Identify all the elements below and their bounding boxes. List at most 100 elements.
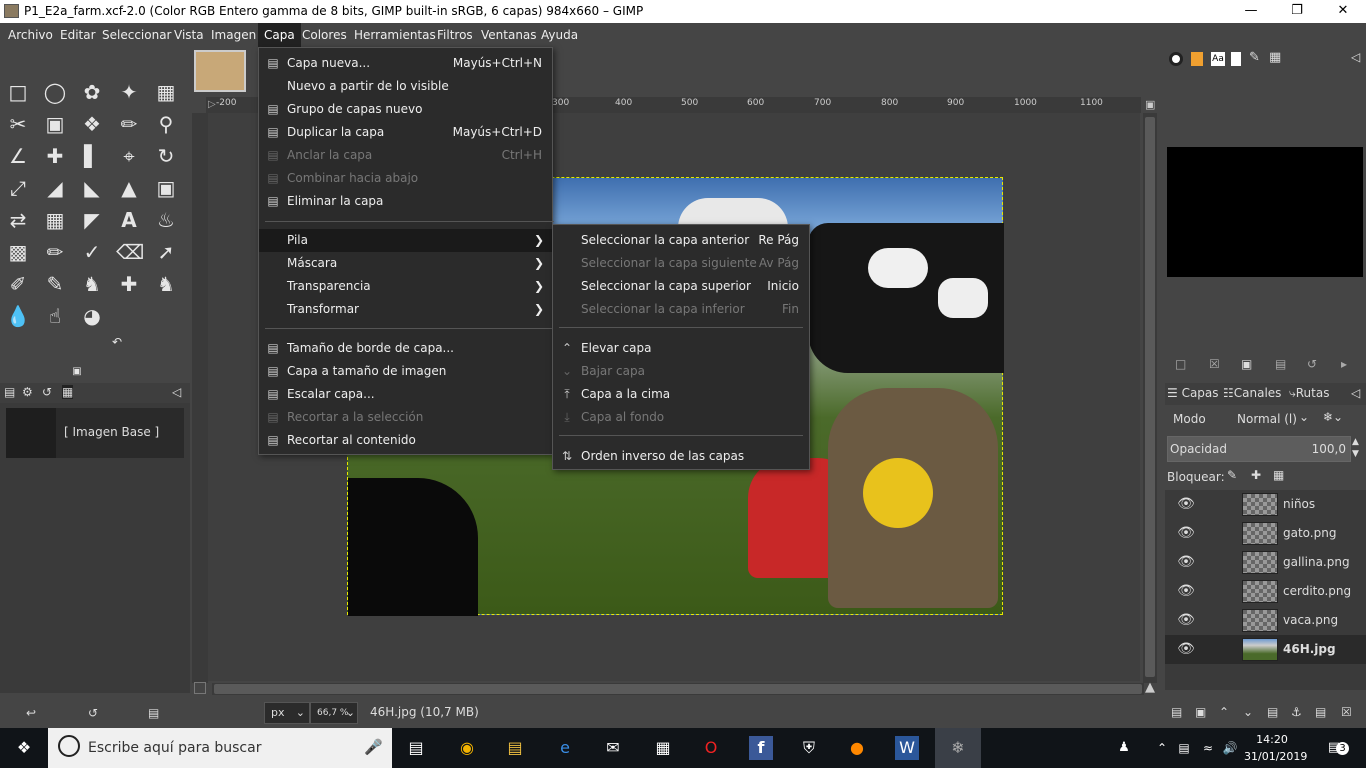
patterns-tab-icon[interactable] (1191, 52, 1203, 66)
layer-row-selected[interactable]: 👁 46H.jpg (1165, 635, 1366, 664)
foreground-select-icon[interactable]: ▣ (42, 111, 68, 137)
pila-menu-item[interactable]: ⤒ Capa a la cima (553, 383, 809, 406)
lower-layer-icon[interactable]: ⌄ (1243, 705, 1253, 719)
open-icon[interactable]: ▸ (1341, 357, 1347, 371)
fonts-tab-icon[interactable]: Aa (1211, 52, 1225, 66)
color-picker-icon[interactable]: ✏ (116, 111, 142, 137)
measure-icon[interactable]: ∠ (5, 143, 31, 169)
reload-icon[interactable]: ↺ (88, 706, 98, 720)
dock-menu-icon[interactable]: ◁ (172, 385, 181, 399)
close-button[interactable]: ✕ (1320, 0, 1366, 23)
shield-icon[interactable]: ⛨ (797, 736, 821, 760)
edge-icon[interactable]: e (553, 736, 577, 760)
opera-icon[interactable]: O (699, 736, 723, 760)
shear-icon[interactable]: ◢ (42, 175, 68, 201)
tab-capas[interactable]: ☰ Capas (1167, 386, 1219, 400)
horizontal-scrollbar[interactable] (212, 683, 1144, 695)
file-explorer-icon[interactable]: ▤ (503, 736, 527, 760)
lock-position-icon[interactable]: ✚ (1251, 468, 1261, 482)
ink-icon[interactable]: ✐ (5, 271, 31, 297)
gradient-icon[interactable]: ▩ (5, 239, 31, 265)
airbrush-icon[interactable]: ➚ (153, 239, 179, 265)
move-icon[interactable]: ✚ (42, 143, 68, 169)
opacity-stepper[interactable]: ▲ ▼ (1352, 436, 1364, 462)
navigate-icon[interactable]: ▲ (1145, 680, 1155, 695)
swap-colors-icon[interactable]: ↶ (104, 329, 130, 355)
device-status-tab-icon[interactable]: ⚙ (22, 385, 33, 399)
clone-icon[interactable]: ♞ (79, 271, 105, 297)
pencil-icon[interactable]: ✏ (42, 239, 68, 265)
rect-select-icon[interactable]: □ (5, 79, 31, 105)
app-icon[interactable]: ● (845, 736, 869, 760)
ellipse-select-icon[interactable]: ◯ (42, 79, 68, 105)
pila-menu-item[interactable]: ⇅ Orden inverso de las capas (553, 445, 809, 468)
scissors-icon[interactable]: ✂ (5, 111, 31, 137)
edit-icon[interactable]: □ (1175, 357, 1186, 371)
capa-menu-item[interactable]: Máscara ❯ (259, 252, 552, 275)
brush-tab-icon[interactable]: ✎ (1249, 50, 1260, 65)
default-colors-icon[interactable]: ▣ (64, 359, 90, 385)
lock-alpha-icon[interactable]: ▦ (1273, 468, 1284, 482)
delete-layer-icon[interactable]: ☒ (1341, 705, 1352, 719)
search-box[interactable]: Escribe aquí para buscar 🎤 (48, 728, 392, 768)
composite-mode-icon[interactable]: ❄⌄ (1323, 410, 1343, 424)
crop-tool-icon[interactable]: ⌖ (116, 143, 142, 169)
menu-capa[interactable]: Capa (258, 23, 301, 47)
windows-start-icon[interactable]: ❖ (12, 736, 36, 760)
images-tab-icon[interactable]: ▦ (62, 385, 74, 399)
lasso-icon[interactable]: ✿ (79, 79, 105, 105)
layer-row[interactable]: 👁 cerdito.png (1165, 577, 1366, 606)
gimp-taskbar-icon[interactable]: ❄ (935, 728, 981, 768)
chevron-up-icon[interactable]: ⌃ (1150, 736, 1174, 760)
capa-menu-item[interactable]: ▤ Recortar al contenido (259, 429, 552, 452)
zoom-select[interactable]: 66,7 % ⌄ (310, 702, 358, 724)
lock-pixels-icon[interactable]: ✎ (1227, 468, 1237, 482)
text-tool-icon[interactable]: A (116, 207, 142, 233)
pila-menu-item[interactable]: Seleccionar la capa superior Inicio (553, 275, 809, 298)
capa-menu-item[interactable]: ▤ Capa nueva... Mayús+Ctrl+N (259, 52, 552, 75)
perspective-icon[interactable]: ◣ (79, 175, 105, 201)
scrollbar-thumb[interactable] (1145, 117, 1155, 677)
chevron-down-icon[interactable]: ⌄ (1299, 410, 1309, 424)
document-tab-icon[interactable] (1231, 52, 1241, 66)
quick-mask-toggle[interactable] (194, 682, 206, 694)
image-list-item[interactable]: [ Imagen Base ] (6, 408, 184, 458)
menu-colores[interactable]: Colores (296, 23, 353, 47)
dock-menu-icon[interactable]: ◁ (1351, 386, 1360, 400)
tab-canales[interactable]: ☷Canales (1223, 386, 1281, 400)
visibility-eye-icon[interactable]: 👁 (1173, 583, 1199, 601)
layer-row[interactable]: 👁 gato.png (1165, 519, 1366, 548)
capa-menu-item[interactable]: ▤ Escalar capa... (259, 383, 552, 406)
rotate-icon[interactable]: ↻ (153, 143, 179, 169)
smudge-icon[interactable]: ☝ (42, 303, 68, 329)
capa-menu-item[interactable]: ▤ Tamaño de borde de capa... (259, 337, 552, 360)
new-group-icon[interactable]: ▣ (1195, 705, 1206, 719)
volume-icon[interactable]: 🔊 (1218, 736, 1242, 760)
heal-icon[interactable]: ✚ (116, 271, 142, 297)
layer-row[interactable]: 👁 gallina.png (1165, 548, 1366, 577)
menu-ayuda[interactable]: Ayuda (535, 23, 584, 47)
layer-row[interactable]: 👁 vaca.png (1165, 606, 1366, 635)
mode-select[interactable]: Normal (l) (1237, 412, 1297, 426)
raise-display-icon[interactable]: ↩ (26, 706, 36, 720)
layer-row[interactable]: 👁 niños (1165, 490, 1366, 519)
image-tab-thumbnail[interactable] (194, 50, 246, 92)
anchor-layer-icon[interactable]: ⚓ (1291, 705, 1302, 719)
microphone-icon[interactable]: 🎤 (364, 738, 383, 756)
menu-archivo[interactable]: Archivo (2, 23, 59, 47)
menu-imagen[interactable]: Imagen (205, 23, 262, 47)
capa-menu-item[interactable]: ▤ Duplicar la capa Mayús+Ctrl+D (259, 121, 552, 144)
tab-rutas[interactable]: ⤷Rutas (1289, 386, 1329, 401)
menu-seleccionar[interactable]: Seleccionar (96, 23, 177, 47)
task-view-icon[interactable]: ▤ (404, 736, 428, 760)
wifi-icon[interactable]: ≈ (1196, 736, 1220, 760)
new-icon[interactable]: ▣ (1241, 357, 1252, 371)
flip-icon[interactable]: ⇄ (5, 207, 31, 233)
battery-icon[interactable]: ▤ (1172, 736, 1196, 760)
zoom-on-resize-icon[interactable]: ▣ (1145, 98, 1155, 111)
zoom-icon[interactable]: ⚲ (153, 111, 179, 137)
visibility-eye-icon[interactable]: 👁 (1173, 525, 1199, 543)
delete-icon[interactable]: ☒ (1209, 357, 1220, 371)
capa-menu-item[interactable]: ▤ Eliminar la capa (259, 190, 552, 213)
opacity-slider[interactable]: Opacidad 100,0 (1167, 436, 1351, 462)
